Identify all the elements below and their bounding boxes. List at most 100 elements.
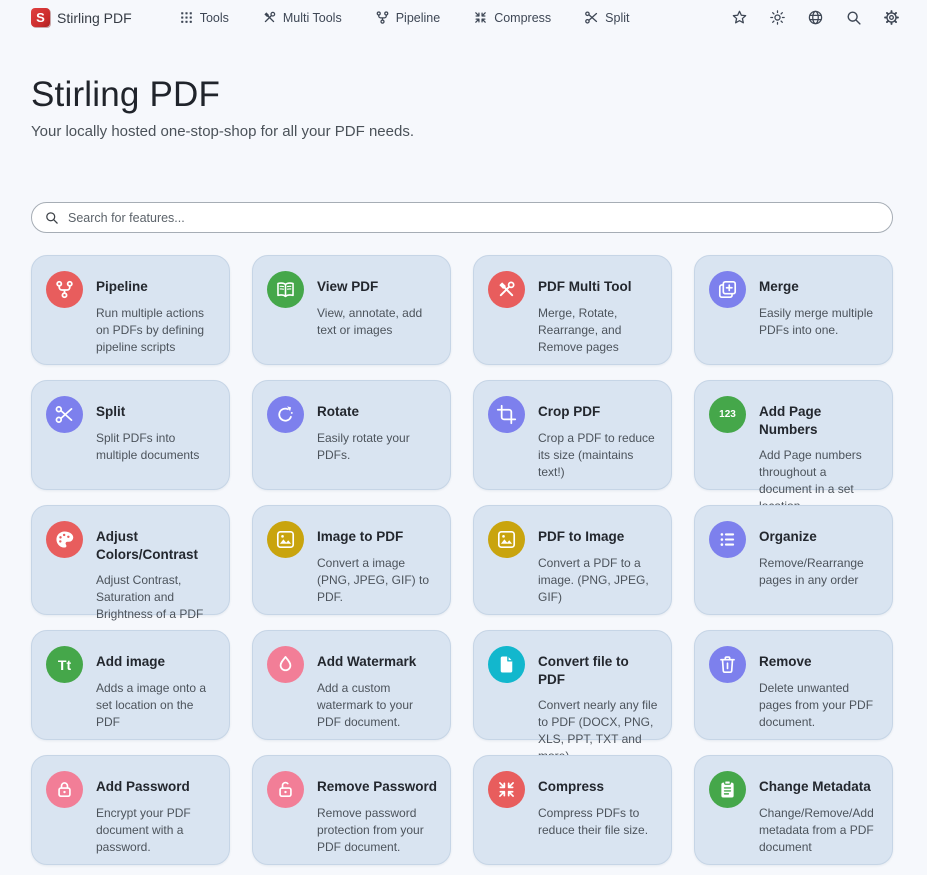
tool-card-body: Organize Remove/Rearrange pages in any o… [759,520,880,600]
feature-search-box[interactable] [31,202,893,233]
apps-grid-icon [179,10,194,25]
gear-icon[interactable] [883,9,900,26]
tool-card-convert-file-to-pdf[interactable]: Convert file to PDF Convert nearly any f… [473,630,672,740]
tool-card-description: Change/Remove/Add metadata from a PDF do… [759,805,880,856]
tool-card-add-image[interactable]: Tt Add image Adds a image onto a set loc… [31,630,230,740]
list-icon [709,521,746,558]
compress-icon [473,10,488,25]
navbar-item-compress[interactable]: Compress [473,10,551,25]
search-section [31,202,893,233]
tool-card-image-to-pdf[interactable]: Image to PDF Convert a image (PNG, JPEG,… [252,505,451,615]
clipboard-icon [709,771,746,808]
navbar-item-pipeline[interactable]: Pipeline [375,10,440,25]
tool-card-adjust-colors-contrast[interactable]: Adjust Colors/Contrast Adjust Contrast, … [31,505,230,615]
book-open-icon [267,271,304,308]
tool-card-title: PDF Multi Tool [538,270,659,296]
tool-card-split[interactable]: Split Split PDFs into multiple documents [31,380,230,490]
tool-card-title: Remove Password [317,770,438,796]
tool-card-body: PDF Multi Tool Merge, Rotate, Rearrange,… [538,270,659,350]
tool-card-title: Image to PDF [317,520,438,546]
hero: Stirling PDF Your locally hosted one-sto… [0,33,927,140]
tool-card-merge[interactable]: Merge Easily merge multiple PDFs into on… [694,255,893,365]
star-icon[interactable] [731,9,748,26]
tool-card-body: Compress Compress PDFs to reduce their f… [538,770,659,850]
tool-card-body: Remove Password Remove password protecti… [317,770,438,850]
palette-icon [46,521,83,558]
navbar-actions [731,9,900,26]
navbar-item-tools[interactable]: Tools [179,10,229,25]
theme-sun-icon[interactable] [769,9,786,26]
search-icon [44,210,59,225]
tool-card-rotate[interactable]: Rotate Easily rotate your PDFs. [252,380,451,490]
tool-card-description: Compress PDFs to reduce their file size. [538,805,659,839]
tool-card-title: Merge [759,270,880,296]
tool-card-description: Merge, Rotate, Rearrange, and Remove pag… [538,305,659,356]
navbar-item-label: Tools [200,11,229,25]
pipeline-icon [375,10,390,25]
crop-icon [488,396,525,433]
navbar-item-label: Compress [494,11,551,25]
scissors-icon [46,396,83,433]
navbar-item-split[interactable]: Split [584,10,629,25]
tool-card-body: View PDF View, annotate, add text or ima… [317,270,438,350]
tool-card-remove-password[interactable]: Remove Password Remove password protecti… [252,755,451,865]
tool-card-description: Encrypt your PDF document with a passwor… [96,805,217,856]
droplet-icon [267,646,304,683]
tool-card-body: Merge Easily merge multiple PDFs into on… [759,270,880,350]
icon-glyph-text: 123 [719,410,736,420]
multi-tools-icon [488,271,525,308]
merge-icon [709,271,746,308]
tool-card-change-metadata[interactable]: Change Metadata Change/Remove/Add metada… [694,755,893,865]
globe-icon[interactable] [807,9,824,26]
rotate-icon [267,396,304,433]
tool-card-body: Add image Adds a image onto a set locati… [96,645,217,725]
tool-card-title: Add Page Numbers [759,395,880,438]
navbar-item-label: Split [605,11,629,25]
tool-card-title: Add Password [96,770,217,796]
tool-card-body: Rotate Easily rotate your PDFs. [317,395,438,475]
tool-card-body: Add Password Encrypt your PDF document w… [96,770,217,850]
image-icon [267,521,304,558]
tool-card-add-password[interactable]: Add Password Encrypt your PDF document w… [31,755,230,865]
trash-icon [709,646,746,683]
tool-card-title: Pipeline [96,270,217,296]
tool-card-compress[interactable]: Compress Compress PDFs to reduce their f… [473,755,672,865]
tool-card-organize[interactable]: Organize Remove/Rearrange pages in any o… [694,505,893,615]
tool-card-description: Adds a image onto a set location on the … [96,680,217,731]
brand-label: Stirling PDF [57,10,132,26]
navbar-item-label: Pipeline [396,11,440,25]
tool-card-description: View, annotate, add text or images [317,305,438,339]
tool-card-body: Remove Delete unwanted pages from your P… [759,645,880,725]
tool-card-description: Convert a image (PNG, JPEG, GIF) to PDF. [317,555,438,606]
tool-card-title: Convert file to PDF [538,645,659,688]
page-numbers-icon: 123 [709,396,746,433]
tool-card-body: Add Watermark Add a custom watermark to … [317,645,438,725]
tool-card-view-pdf[interactable]: View PDF View, annotate, add text or ima… [252,255,451,365]
tool-card-pipeline[interactable]: Pipeline Run multiple actions on PDFs by… [31,255,230,365]
tool-card-add-page-numbers[interactable]: 123 Add Page Numbers Add Page numbers th… [694,380,893,490]
tool-card-description: Adjust Contrast, Saturation and Brightne… [96,572,217,623]
tool-card-body: Image to PDF Convert a image (PNG, JPEG,… [317,520,438,600]
tool-card-add-watermark[interactable]: Add Watermark Add a custom watermark to … [252,630,451,740]
tool-card-description: Easily merge multiple PDFs into one. [759,305,880,339]
tool-card-title: Organize [759,520,880,546]
search-icon[interactable] [845,9,862,26]
search-input[interactable] [68,211,880,225]
tool-card-body: Change Metadata Change/Remove/Add metada… [759,770,880,850]
tool-card-description: Run multiple actions on PDFs by defining… [96,305,217,356]
tool-card-pdf-multi-tool[interactable]: PDF Multi Tool Merge, Rotate, Rearrange,… [473,255,672,365]
navbar-item-label: Multi Tools [283,11,342,25]
tool-card-pdf-to-image[interactable]: PDF to Image Convert a PDF to a image. (… [473,505,672,615]
scissors-icon [584,10,599,25]
tool-card-title: Add Watermark [317,645,438,671]
tool-cards-grid: Pipeline Run multiple actions on PDFs by… [31,255,893,865]
tool-card-title: Split [96,395,217,421]
brand-home-link[interactable]: S Stirling PDF [31,8,132,27]
tool-card-description: Easily rotate your PDFs. [317,430,438,464]
tool-card-body: Crop PDF Crop a PDF to reduce its size (… [538,395,659,475]
tool-card-description: Remove password protection from your PDF… [317,805,438,856]
navbar-item-multi-tools[interactable]: Multi Tools [262,10,342,25]
page-title: Stirling PDF [31,75,896,115]
tool-card-remove[interactable]: Remove Delete unwanted pages from your P… [694,630,893,740]
tool-card-crop-pdf[interactable]: Crop PDF Crop a PDF to reduce its size (… [473,380,672,490]
